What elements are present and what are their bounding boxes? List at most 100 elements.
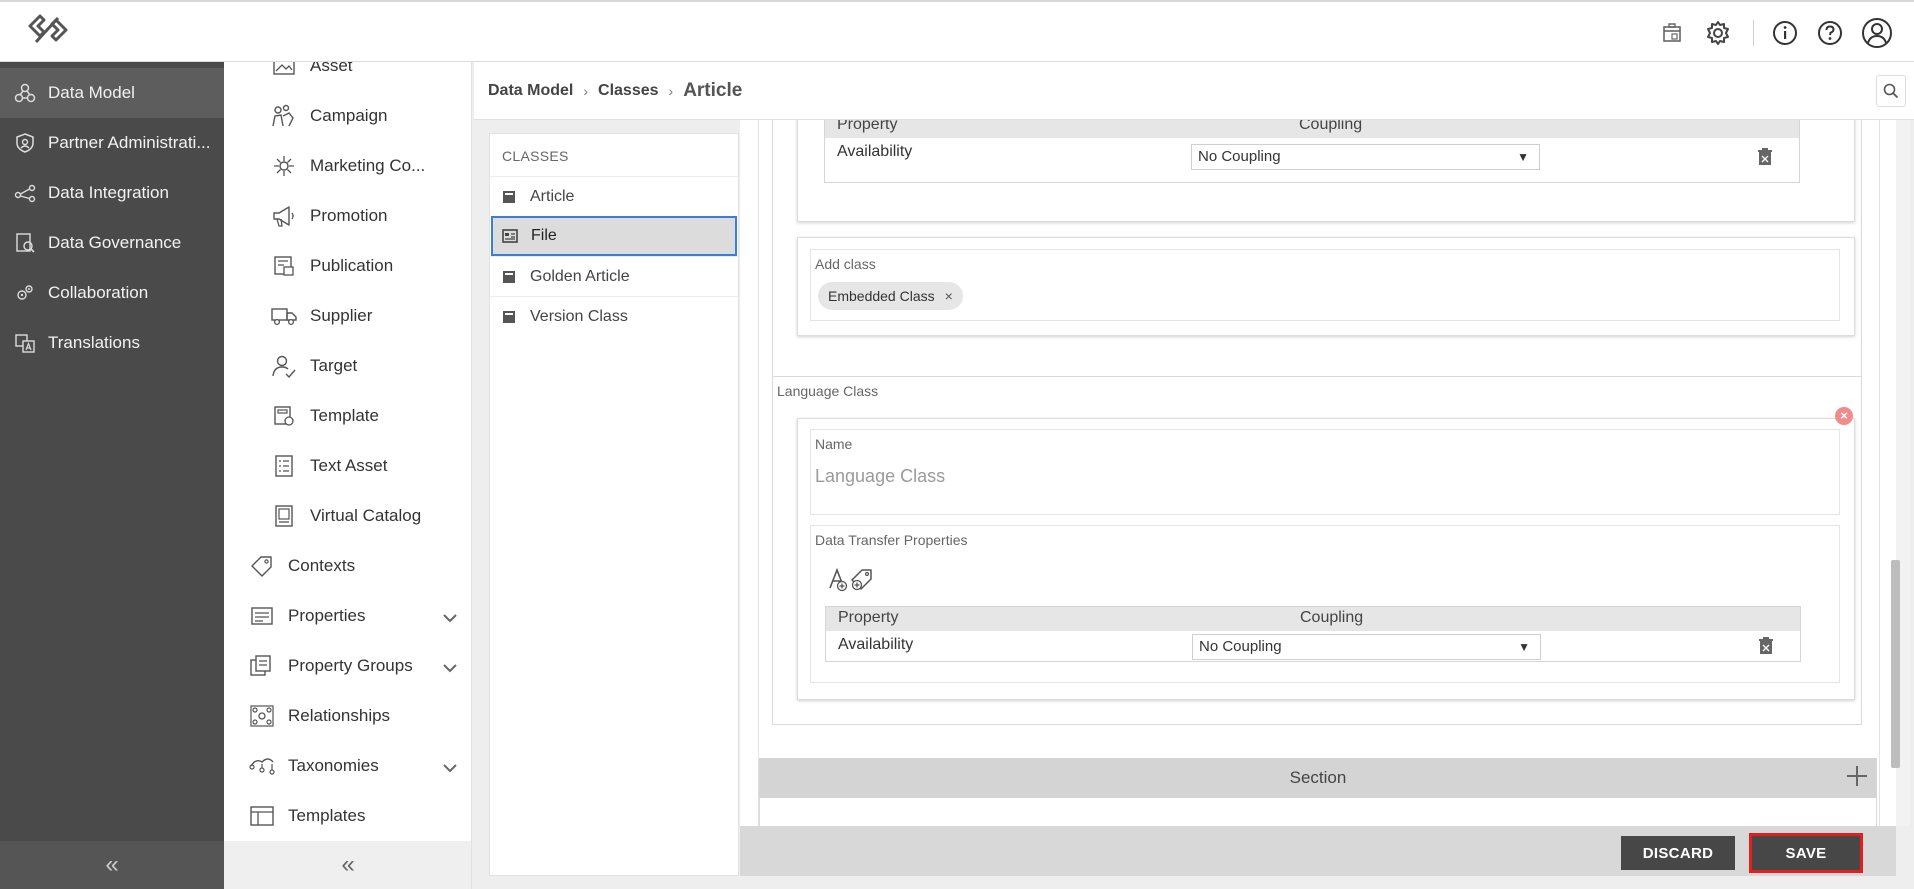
add-property-icons bbox=[827, 566, 873, 592]
subnav-item-supplier[interactable]: Supplier bbox=[270, 296, 470, 336]
nav-label: Data Model bbox=[48, 83, 135, 102]
class-editor-content: Property Coupling Availability No Coupli… bbox=[740, 120, 1896, 826]
archive-icon[interactable] bbox=[1658, 19, 1686, 47]
megaphone-icon bbox=[270, 202, 298, 230]
subnav-item-text-asset[interactable]: Text Asset bbox=[270, 446, 470, 486]
template-icon bbox=[270, 402, 298, 430]
class-icon bbox=[500, 268, 518, 286]
subnav-label: Properties bbox=[288, 606, 366, 625]
nav-label: Partner Administrati... bbox=[48, 133, 211, 152]
subnav-item-promotion[interactable]: Promotion bbox=[270, 196, 470, 236]
nav-item-collaboration[interactable]: Collaboration bbox=[0, 268, 224, 318]
nav-item-data-integration[interactable]: Data Integration bbox=[0, 168, 224, 218]
remove-language-class-icon[interactable]: × bbox=[1835, 407, 1853, 425]
gear-icon[interactable] bbox=[1704, 19, 1732, 47]
subnav-item-target[interactable]: Target bbox=[270, 346, 470, 386]
coupling-select[interactable]: No Coupling ▼ bbox=[1192, 634, 1541, 660]
subnav-item-properties[interactable]: Properties bbox=[248, 596, 471, 636]
search-icon bbox=[1883, 83, 1899, 99]
breadcrumb: Data Model › Classes › Article bbox=[474, 62, 1914, 120]
double-chevron-left-icon: « bbox=[341, 851, 355, 878]
main-navigation: Data Model Partner Administrati... Data … bbox=[0, 62, 224, 889]
discard-button[interactable]: DISCARD bbox=[1621, 836, 1735, 870]
subnav-item-publication[interactable]: Publication bbox=[270, 246, 470, 286]
save-button[interactable]: SAVE bbox=[1749, 833, 1863, 873]
classes-panel-title: CLASSES bbox=[502, 148, 569, 164]
class-item-label: File bbox=[531, 227, 557, 244]
class-item-version-class[interactable]: Version Class bbox=[490, 296, 738, 336]
nav-item-data-model[interactable]: Data Model bbox=[0, 68, 224, 118]
data-transfer-properties-label: Data Transfer Properties bbox=[815, 532, 968, 548]
subnav-label: Asset bbox=[310, 62, 353, 75]
collapse-subnav-button[interactable]: « bbox=[224, 841, 471, 889]
truck-icon bbox=[270, 302, 298, 330]
breadcrumb-current: Article bbox=[683, 79, 743, 101]
class-item-label: Version Class bbox=[530, 307, 628, 325]
collaboration-icon bbox=[12, 280, 38, 306]
data-model-icon bbox=[12, 80, 38, 106]
name-field: Name Language Class bbox=[810, 429, 1840, 515]
breadcrumb-data-model[interactable]: Data Model bbox=[488, 82, 573, 100]
property-table: Property Coupling Availability No Coupli… bbox=[825, 606, 1801, 662]
subnav-label: Publication bbox=[310, 256, 394, 275]
asset-icon bbox=[270, 62, 298, 80]
subnav-label: Relationships bbox=[288, 706, 391, 725]
name-value[interactable]: Language Class bbox=[815, 466, 945, 487]
subnav-item-contexts[interactable]: Contexts bbox=[248, 546, 471, 586]
subnav-label: Supplier bbox=[310, 306, 373, 325]
topbar-divider bbox=[1753, 20, 1754, 46]
integration-icon bbox=[12, 180, 38, 206]
subnav-label: Contexts bbox=[288, 556, 356, 575]
subnav-label: Property Groups bbox=[288, 656, 413, 675]
subnav-item-marketing[interactable]: Marketing Co... bbox=[270, 146, 470, 186]
nav-label: Translations bbox=[48, 333, 140, 352]
class-item-golden-article[interactable]: Golden Article bbox=[490, 256, 738, 296]
app-logo-icon[interactable] bbox=[22, 12, 72, 52]
subnav-item-property-groups[interactable]: Property Groups bbox=[248, 646, 471, 686]
chevron-down-icon[interactable] bbox=[442, 608, 458, 628]
subnav-label: Campaign bbox=[310, 106, 388, 125]
subnav-item-campaign[interactable]: Campaign bbox=[270, 96, 470, 136]
class-item-article[interactable]: Article bbox=[490, 176, 738, 216]
property-groups-icon bbox=[248, 652, 276, 680]
subnav-label: Target bbox=[310, 356, 358, 375]
collapse-main-nav-button[interactable]: « bbox=[0, 841, 224, 889]
governance-icon bbox=[12, 230, 38, 256]
info-icon[interactable] bbox=[1771, 19, 1799, 47]
nav-item-data-governance[interactable]: Data Governance bbox=[0, 218, 224, 268]
subnav-item-template[interactable]: Template bbox=[270, 396, 470, 436]
marketing-icon bbox=[270, 152, 298, 180]
subnav-item-asset[interactable]: Asset bbox=[270, 62, 470, 86]
tag-icon bbox=[248, 552, 276, 580]
subnav-label: Templates bbox=[288, 806, 366, 825]
add-property-icon[interactable] bbox=[827, 566, 849, 592]
content-scrollbar-thumb[interactable] bbox=[1891, 560, 1900, 768]
taxonomies-icon bbox=[248, 752, 276, 780]
add-section-icon[interactable] bbox=[1845, 764, 1869, 788]
nav-label: Collaboration bbox=[48, 283, 149, 302]
property-name: Availability bbox=[838, 636, 914, 653]
publication-icon bbox=[270, 252, 298, 280]
subnav-item-virtual-catalog[interactable]: Virtual Catalog bbox=[270, 496, 470, 536]
action-bar: DISCARD SAVE bbox=[740, 826, 1896, 876]
add-tag-property-icon[interactable] bbox=[849, 566, 875, 592]
user-avatar-icon[interactable] bbox=[1861, 17, 1893, 49]
header-coupling: Coupling bbox=[1300, 609, 1364, 626]
top-bar bbox=[0, 0, 1914, 62]
campaign-icon bbox=[270, 102, 298, 130]
nav-item-translations[interactable]: Translations bbox=[0, 318, 224, 368]
chevron-down-icon[interactable] bbox=[442, 758, 458, 778]
subnav-item-taxonomies[interactable]: Taxonomies bbox=[248, 746, 471, 786]
delete-row-icon[interactable] bbox=[1758, 637, 1774, 655]
class-item-file[interactable]: File bbox=[491, 216, 737, 256]
help-icon[interactable] bbox=[1816, 19, 1844, 47]
chevron-down-icon[interactable] bbox=[442, 658, 458, 678]
subnav-item-templates[interactable]: Templates bbox=[248, 796, 471, 836]
breadcrumb-classes[interactable]: Classes bbox=[598, 82, 659, 100]
data-transfer-properties-field: Data Transfer Properties Property Coupli… bbox=[810, 525, 1840, 683]
subnav-label: Promotion bbox=[310, 206, 388, 225]
relationships-icon bbox=[248, 702, 276, 730]
nav-item-partner-administration[interactable]: Partner Administrati... bbox=[0, 118, 224, 168]
search-button[interactable] bbox=[1876, 75, 1906, 107]
subnav-item-relationships[interactable]: Relationships bbox=[248, 696, 471, 736]
